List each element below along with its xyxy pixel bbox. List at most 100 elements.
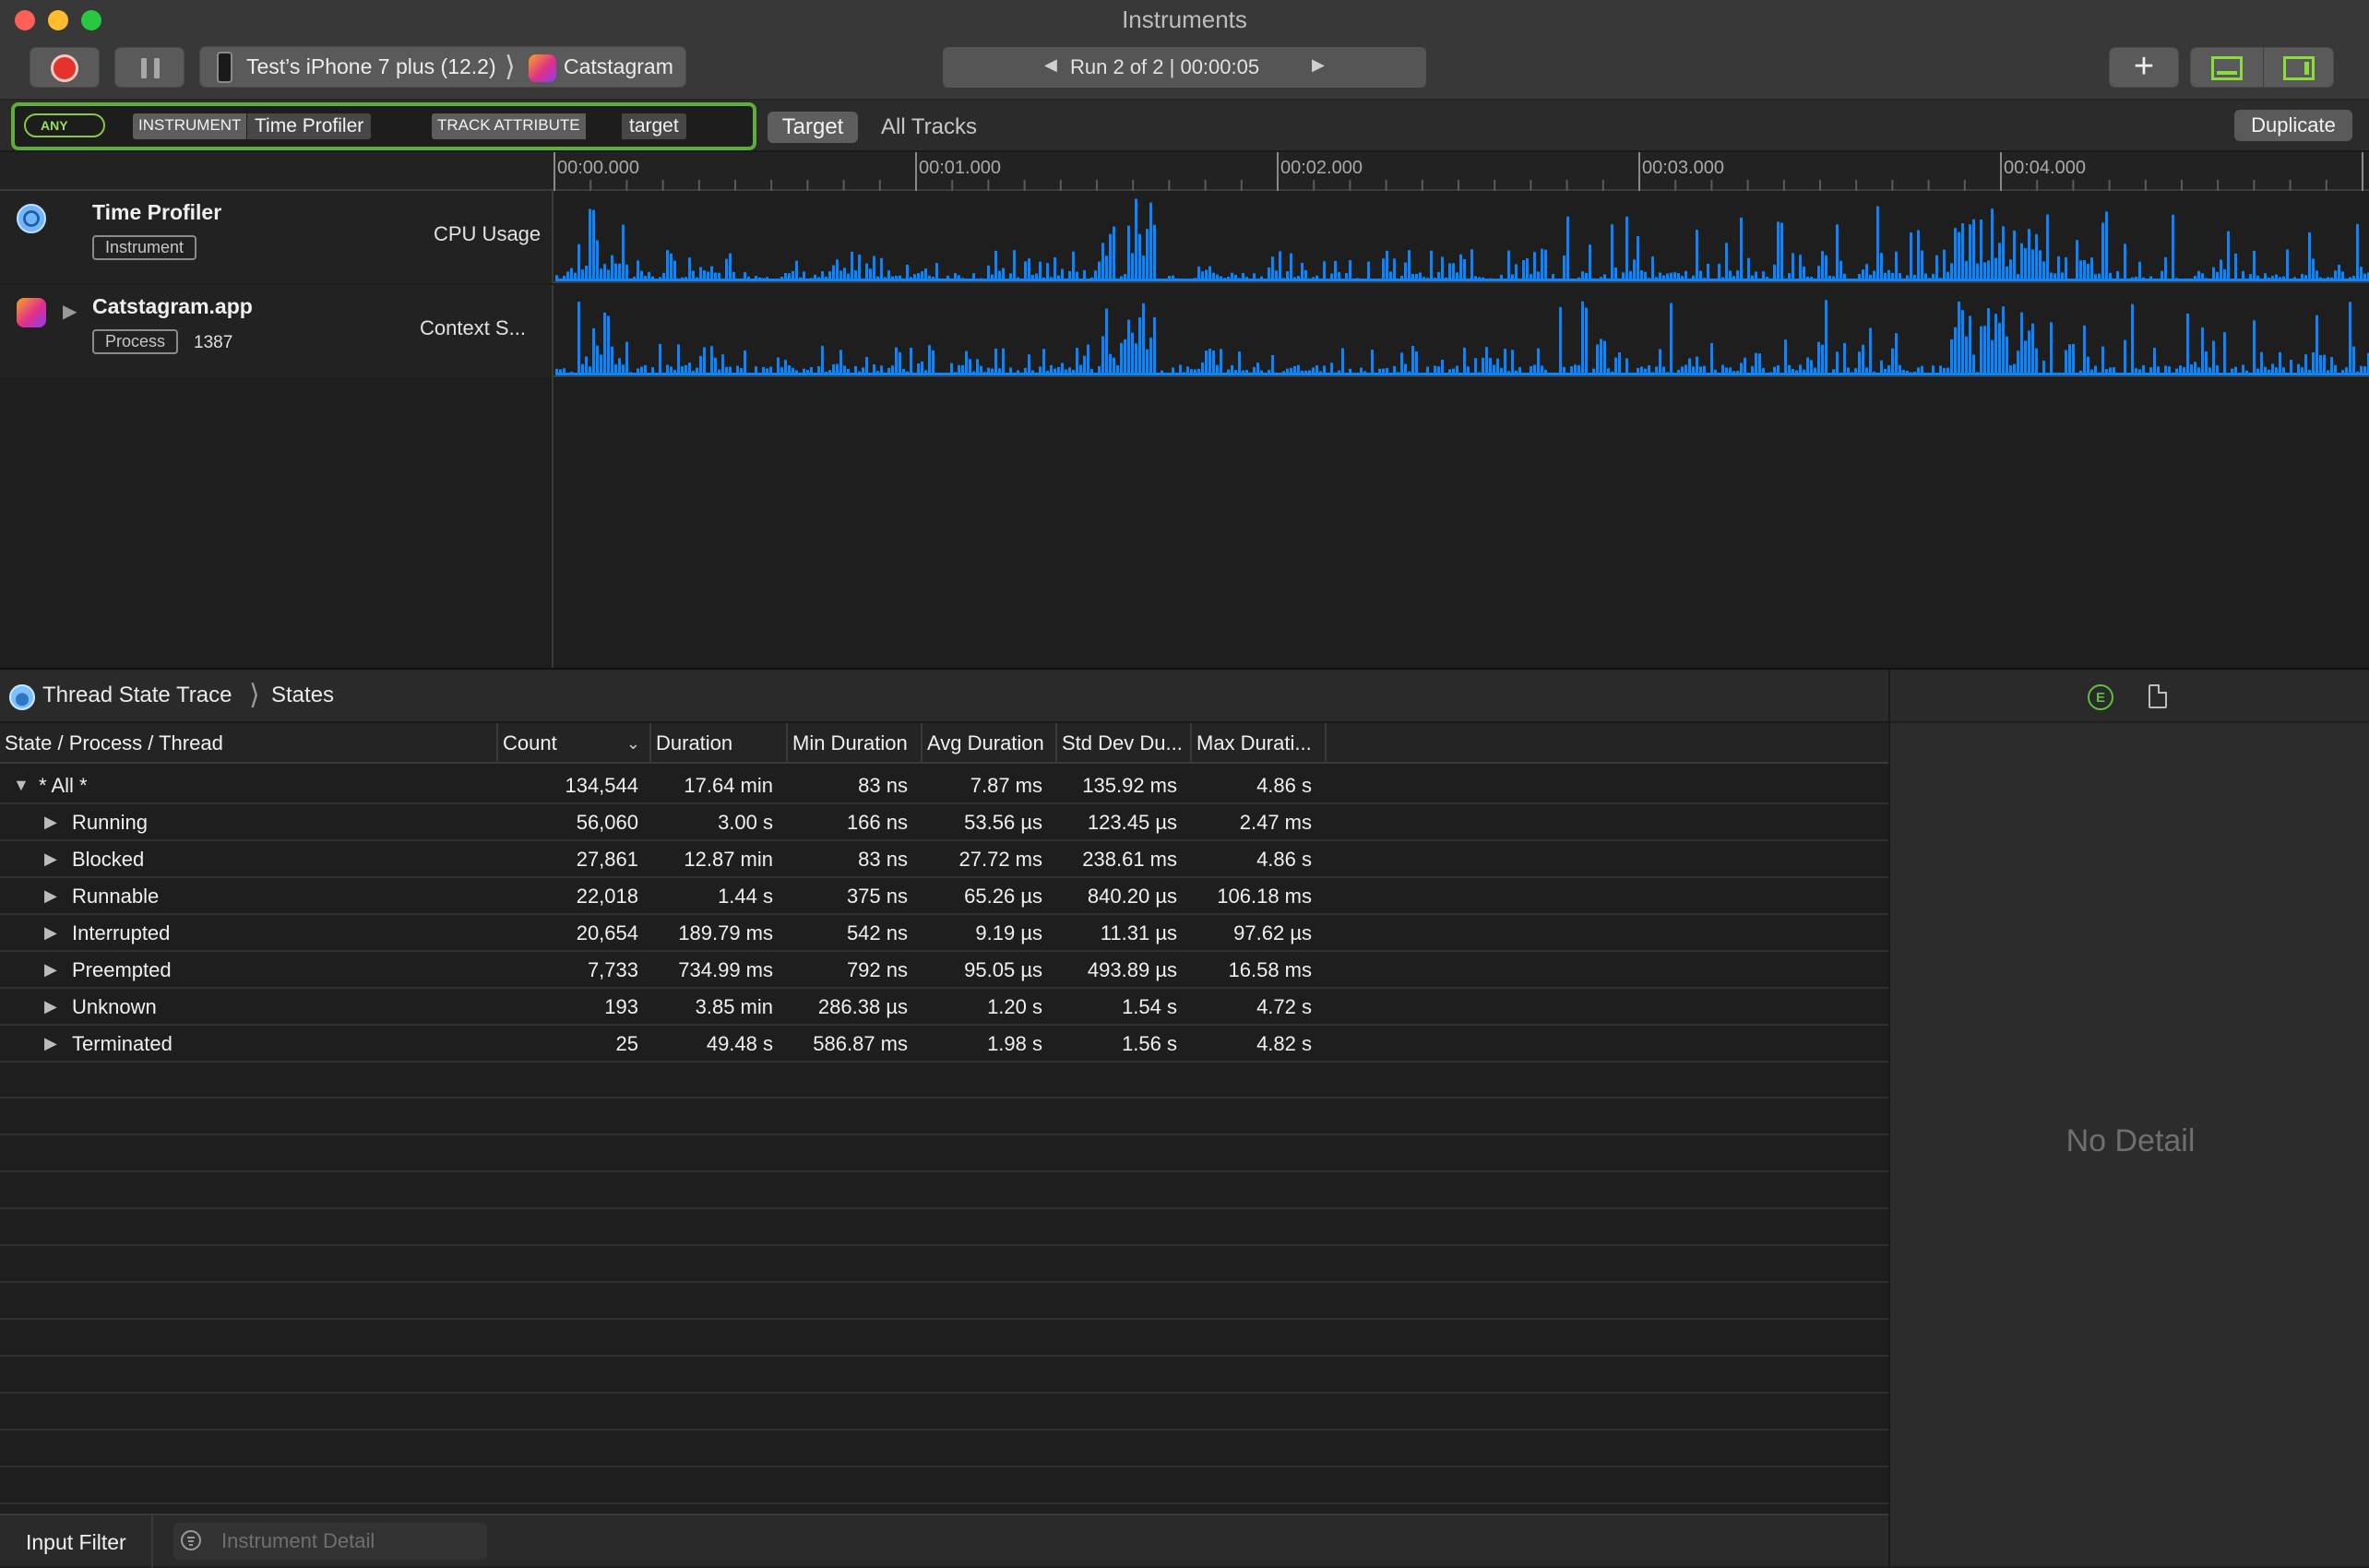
activity-bar	[1633, 259, 1636, 281]
disclosure-triangle-icon[interactable]: ▶	[63, 300, 77, 323]
table-row[interactable]: ▶ Unknown 193 3.85 min 286.38 µs 1.20 s …	[0, 989, 1888, 1026]
filter-token-instrument-value[interactable]: Time Profiler	[247, 113, 372, 139]
row-min: 375 ns	[846, 885, 908, 908]
activity-bar	[600, 354, 602, 375]
table-row[interactable]: ▼ * All * 134,544 17.64 min 83 ns 7.87 m…	[0, 767, 1888, 804]
activity-bar	[1943, 249, 1946, 281]
activity-bar	[703, 347, 706, 375]
next-run-icon[interactable]: ▶	[1312, 55, 1325, 75]
track-time-profiler[interactable]: Time Profiler Instrument CPU Usage	[0, 191, 2369, 283]
side-panel-header: E	[1890, 670, 2369, 723]
input-filter-button[interactable]: Input Filter	[26, 1530, 126, 1555]
disclosure-triangle-icon[interactable]: ▶	[44, 804, 57, 839]
time-ruler[interactable]: 00:00.000 00:01.000 00:02.000 00:03.000 …	[554, 152, 2369, 191]
table-row[interactable]: ▶ Running 56,060 3.00 s 166 ns 53.56 µs …	[0, 804, 1888, 841]
filter-icon	[181, 1530, 201, 1550]
activity-bar	[2356, 223, 2359, 281]
empty-table-row	[0, 1467, 1888, 1504]
column-header-duration[interactable]: Duration	[651, 723, 788, 764]
activity-bar	[1972, 219, 1975, 281]
activity-bar	[1839, 260, 1842, 281]
disclosure-triangle-icon[interactable]: ▶	[44, 878, 57, 913]
pause-button[interactable]	[114, 47, 185, 88]
instrument-detail-input[interactable]	[220, 1528, 478, 1554]
filter-token-attribute-key[interactable]: TRACK ATTRIBUTE	[432, 113, 586, 139]
activity-bar	[1917, 230, 1920, 281]
activity-bar	[592, 209, 595, 281]
disclosure-triangle-icon[interactable]: ▶	[44, 952, 57, 987]
activity-bar	[873, 255, 875, 281]
empty-table-row	[0, 1135, 1888, 1172]
filter-token-attribute-value[interactable]: target	[622, 113, 686, 139]
breadcrumb-view[interactable]: States	[271, 683, 334, 708]
table-row[interactable]: ▶ Interrupted 20,654 189.79 ms 542 ns 9.…	[0, 915, 1888, 952]
disclosure-expanded-icon[interactable]: ▼	[13, 767, 30, 802]
activity-bar	[699, 355, 702, 375]
activity-bar	[673, 260, 676, 281]
column-header-min-duration[interactable]: Min Duration	[788, 723, 923, 764]
activity-bar	[1747, 257, 1750, 281]
breadcrumb-instrument[interactable]: Thread State Trace	[42, 683, 232, 708]
toggle-bottom-panel-icon[interactable]	[2211, 56, 2243, 80]
target-app-name: Catstagram	[564, 54, 673, 78]
row-min: 792 ns	[846, 958, 908, 981]
column-header-max-duration[interactable]: Max Durati...	[1192, 723, 1327, 764]
disclosure-triangle-icon[interactable]: ▶	[44, 841, 57, 876]
row-duration: 734.99 ms	[678, 958, 773, 981]
disclosure-triangle-icon[interactable]: ▶	[44, 915, 57, 950]
context-switch-graph[interactable]	[555, 285, 2369, 377]
row-min: 83 ns	[858, 848, 908, 871]
activity-bar	[1024, 261, 1027, 281]
column-header-std-dev[interactable]: Std Dev Du...	[1057, 723, 1192, 764]
extended-detail-icon[interactable]: E	[2088, 684, 2113, 710]
activity-bar	[2009, 259, 2012, 281]
column-header-count[interactable]: Count ⌄	[498, 723, 651, 764]
table-row[interactable]: ▶ Terminated 25 49.48 s 586.87 ms 1.98 s…	[0, 1026, 1888, 1063]
activity-bar	[1637, 236, 1639, 281]
activity-bar	[2002, 306, 2005, 375]
table-row[interactable]: ▶ Preempted 7,733 734.99 ms 792 ns 95.05…	[0, 952, 1888, 989]
activity-bar	[1507, 250, 1510, 281]
activity-bar	[2024, 248, 2027, 281]
disclosure-triangle-icon[interactable]: ▶	[44, 1026, 57, 1061]
activity-bar	[611, 346, 613, 375]
activity-bar	[1371, 350, 1374, 375]
target-scope-button[interactable]: Target	[768, 112, 858, 143]
previous-run-icon[interactable]: ◀	[1044, 55, 1057, 75]
any-filter-pill[interactable]: ANY	[24, 113, 105, 137]
activity-bar	[1205, 350, 1208, 375]
track-filter-field[interactable]: ANY INSTRUMENT Time Profiler TRACK ATTRI…	[11, 102, 756, 150]
document-icon[interactable]	[2149, 684, 2167, 708]
table-row[interactable]: ▶ Runnable 22,018 1.44 s 375 ns 65.26 µs…	[0, 878, 1888, 915]
toggle-right-panel-icon[interactable]	[2283, 56, 2315, 80]
row-count: 56,060	[576, 811, 638, 834]
activity-bar	[1271, 256, 1274, 281]
activity-bar	[1109, 353, 1112, 375]
empty-table-row	[0, 1394, 1888, 1431]
activity-bar	[2220, 259, 2222, 281]
empty-table-row	[0, 1431, 1888, 1467]
activity-bar	[2031, 249, 2034, 281]
instrument-detail-field[interactable]	[173, 1523, 487, 1560]
filter-token-instrument-key[interactable]: INSTRUMENT	[133, 113, 247, 139]
record-stop-button[interactable]	[30, 47, 100, 88]
target-device-selector[interactable]: Test’s iPhone 7 plus (12.2) ⟩ Catstagram	[199, 46, 686, 88]
ruler-tick-label: 00:03.000	[1642, 158, 1724, 178]
activity-bar	[2186, 313, 2189, 375]
activity-bar	[1149, 202, 1152, 281]
activity-bar	[1142, 303, 1145, 375]
duplicate-button[interactable]: Duplicate	[2234, 110, 2352, 141]
row-duration: 3.00 s	[718, 811, 773, 834]
disclosure-triangle-icon[interactable]: ▶	[44, 989, 57, 1024]
track-catstagram-process[interactable]: ▶ Catstagram.app Process 1387 Context S.…	[0, 285, 2369, 377]
add-instrument-button[interactable]: +	[2109, 47, 2179, 88]
table-row[interactable]: ▶ Blocked 27,861 12.87 min 83 ns 27.72 m…	[0, 841, 1888, 878]
activity-bar	[910, 348, 912, 375]
activity-bar	[1836, 351, 1839, 375]
activity-bar	[2035, 233, 2038, 281]
activity-baseline	[555, 279, 2369, 281]
cpu-usage-graph[interactable]	[555, 191, 2369, 283]
column-header-avg-duration[interactable]: Avg Duration	[923, 723, 1057, 764]
all-tracks-scope-button[interactable]: All Tracks	[881, 112, 977, 143]
column-header-name[interactable]: State / Process / Thread	[0, 723, 498, 764]
